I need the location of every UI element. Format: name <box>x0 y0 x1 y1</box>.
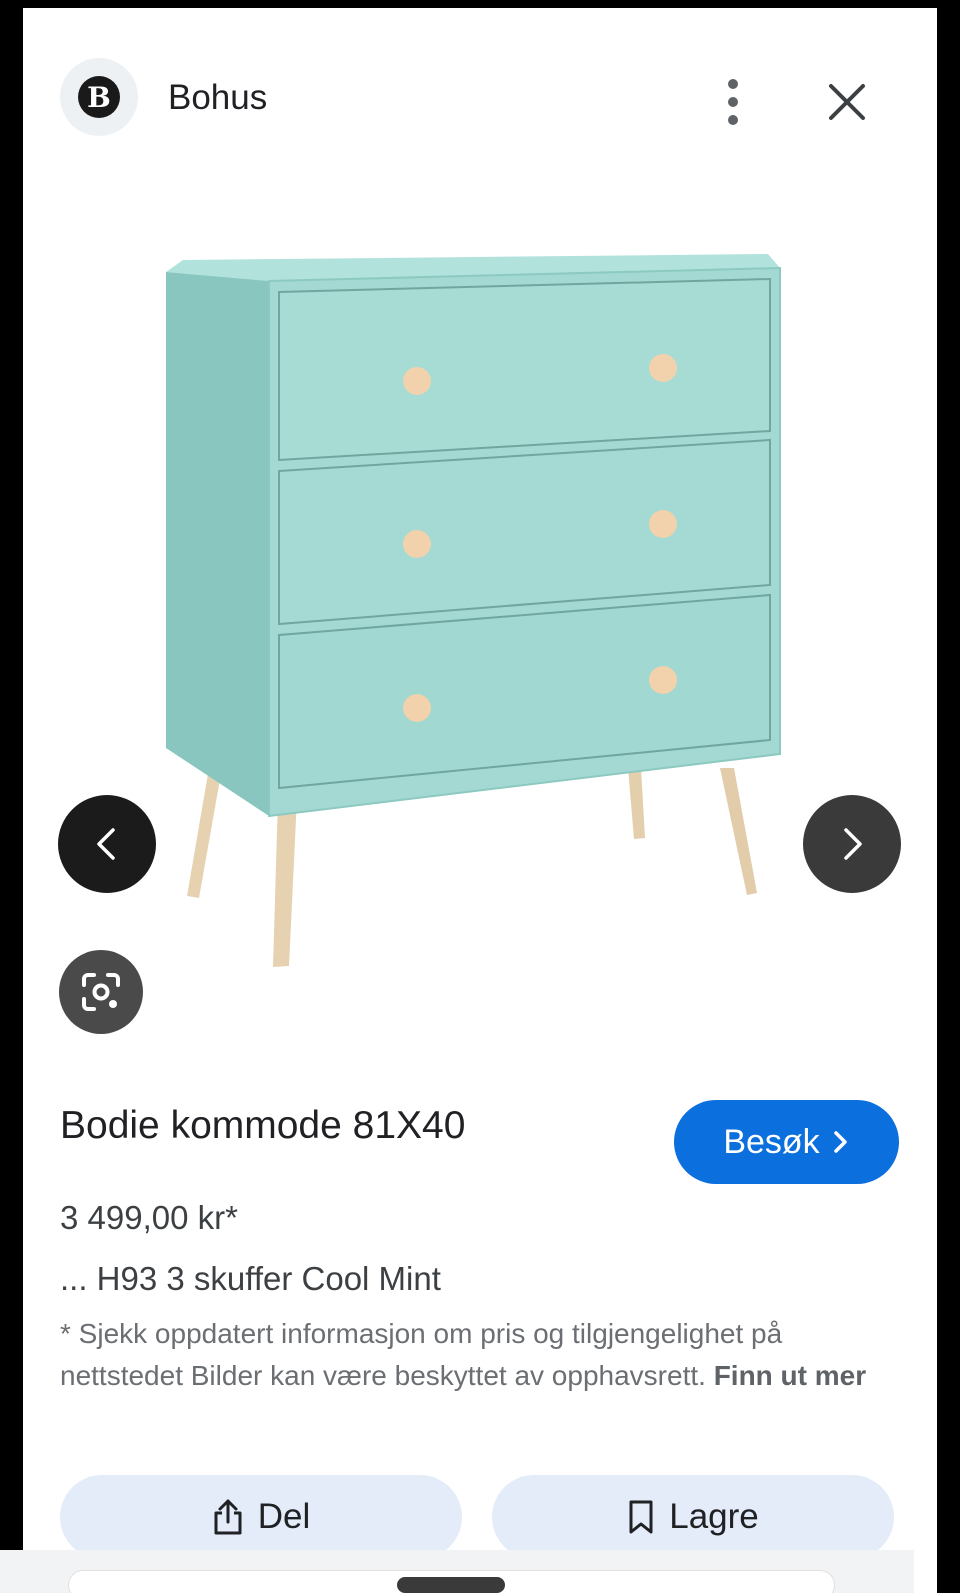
close-icon[interactable] <box>819 74 875 130</box>
product-price: 3 499,00 kr* <box>60 1199 238 1236</box>
product-subtitle: ... H93 3 skuffer Cool Mint <box>60 1260 441 1297</box>
save-button[interactable]: Lagre <box>492 1475 894 1559</box>
chevron-left-icon[interactable] <box>58 795 156 893</box>
bookmark-icon <box>629 1500 653 1534</box>
chevron-right-icon[interactable] <box>803 795 901 893</box>
product-image <box>166 254 781 967</box>
more-vert-icon[interactable] <box>713 74 753 130</box>
share-icon <box>214 1499 242 1535</box>
share-button-label: Del <box>257 1497 311 1536</box>
site-logo[interactable]: B <box>60 58 138 136</box>
disclaimer-text: * Sjekk oppdatert informasjon om pris og… <box>60 1318 783 1391</box>
save-button-label: Lagre <box>669 1497 759 1536</box>
visit-button[interactable]: Besøk <box>674 1100 899 1184</box>
header: B Bohus <box>23 8 937 188</box>
disclaimer: * Sjekk oppdatert informasjon om pris og… <box>60 1313 880 1397</box>
share-button[interactable]: Del <box>60 1475 462 1559</box>
product-title: Bodie kommode 81X40 <box>60 1104 466 1147</box>
home-indicator[interactable] <box>397 1577 505 1593</box>
image-viewer <box>23 188 937 1068</box>
visit-button-label: Besøk <box>723 1122 820 1161</box>
logo-letter: B <box>78 76 120 118</box>
lens-icon[interactable] <box>59 950 143 1034</box>
site-name[interactable]: Bohus <box>168 78 267 118</box>
learn-more-link[interactable]: Finn ut mer <box>714 1360 866 1391</box>
image-detail-card: B Bohus Bodie kommode 81X40 Besøk 3 499,… <box>23 8 937 1593</box>
chevron-right-icon <box>833 1131 847 1153</box>
